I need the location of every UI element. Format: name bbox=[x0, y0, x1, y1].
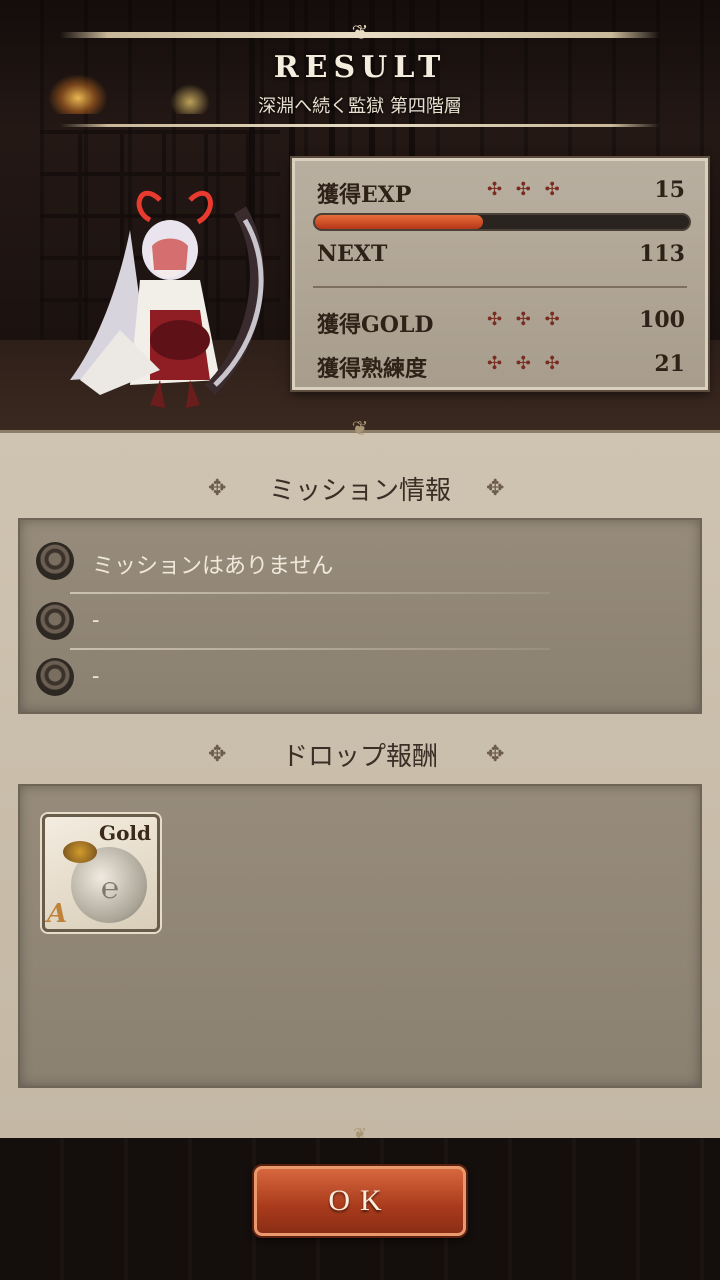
drop-item-name: Gold bbox=[98, 821, 151, 845]
gold-value: 100 bbox=[639, 307, 685, 333]
title-bottom-line bbox=[60, 124, 660, 127]
mission-text: - bbox=[92, 608, 100, 633]
mastery-value: 21 bbox=[654, 351, 685, 377]
exp-progress-bar bbox=[313, 213, 691, 231]
mission-deco-right-icon: ✥ bbox=[486, 476, 505, 501]
next-value: 113 bbox=[639, 241, 685, 267]
drop-item-gold[interactable]: ℮ Gold A bbox=[42, 814, 160, 932]
stats-divider bbox=[313, 286, 687, 288]
next-row: NEXT 113 bbox=[317, 241, 685, 271]
mission-section-title: ミッション情報 bbox=[268, 476, 451, 506]
stage-name: 深淵へ続く監獄 第四階層 bbox=[258, 96, 462, 117]
drop-deco-right-icon: ✥ bbox=[486, 742, 505, 767]
gold-plus-icon: ✣ ✣ ✣ bbox=[487, 309, 564, 330]
result-title: RESULT bbox=[273, 50, 447, 85]
drop-section-title: ドロップ報酬 bbox=[281, 742, 438, 772]
mission-text: ミッションはありません bbox=[92, 554, 334, 579]
exp-progress-fill bbox=[315, 215, 484, 229]
stats-panel: 獲得EXP ✣ ✣ ✣ 15 NEXT 113 獲得GOLD ✣ ✣ ✣ 100… bbox=[292, 158, 708, 390]
ok-button[interactable]: OK bbox=[254, 1166, 466, 1236]
mission-item: ミッションはありません bbox=[36, 538, 680, 588]
drop-item-rank: A bbox=[47, 899, 68, 929]
mastery-plus-icon: ✣ ✣ ✣ bbox=[487, 353, 564, 374]
rose-icon bbox=[36, 658, 74, 696]
exp-label: 獲得EXP bbox=[317, 182, 412, 208]
mission-divider bbox=[70, 648, 550, 650]
bag-knot bbox=[63, 841, 97, 863]
parchment-top-ornament-icon: ❦ bbox=[351, 416, 369, 440]
exp-row: 獲得EXP ✣ ✣ ✣ 15 bbox=[317, 177, 685, 208]
mission-box: ミッションはありません - - bbox=[18, 518, 702, 714]
rose-icon bbox=[36, 602, 74, 640]
bag-glyph: ℮ bbox=[101, 871, 120, 906]
title-ornament-icon: ❦ bbox=[351, 20, 369, 44]
character-sprite bbox=[70, 190, 264, 408]
mission-divider bbox=[70, 592, 550, 594]
exp-plus-icon: ✣ ✣ ✣ bbox=[487, 179, 564, 200]
mastery-row: 獲得熟練度 ✣ ✣ ✣ 21 bbox=[317, 351, 685, 382]
mission-text: - bbox=[92, 664, 100, 689]
mastery-label: 獲得熟練度 bbox=[317, 356, 428, 382]
mission-item: - bbox=[36, 654, 680, 704]
mission-item: - bbox=[36, 598, 680, 648]
gold-row: 獲得GOLD ✣ ✣ ✣ 100 bbox=[317, 307, 685, 338]
next-label: NEXT bbox=[317, 241, 388, 267]
rose-icon bbox=[36, 542, 74, 580]
exp-value: 15 bbox=[654, 177, 685, 203]
gold-label: 獲得GOLD bbox=[317, 312, 434, 338]
